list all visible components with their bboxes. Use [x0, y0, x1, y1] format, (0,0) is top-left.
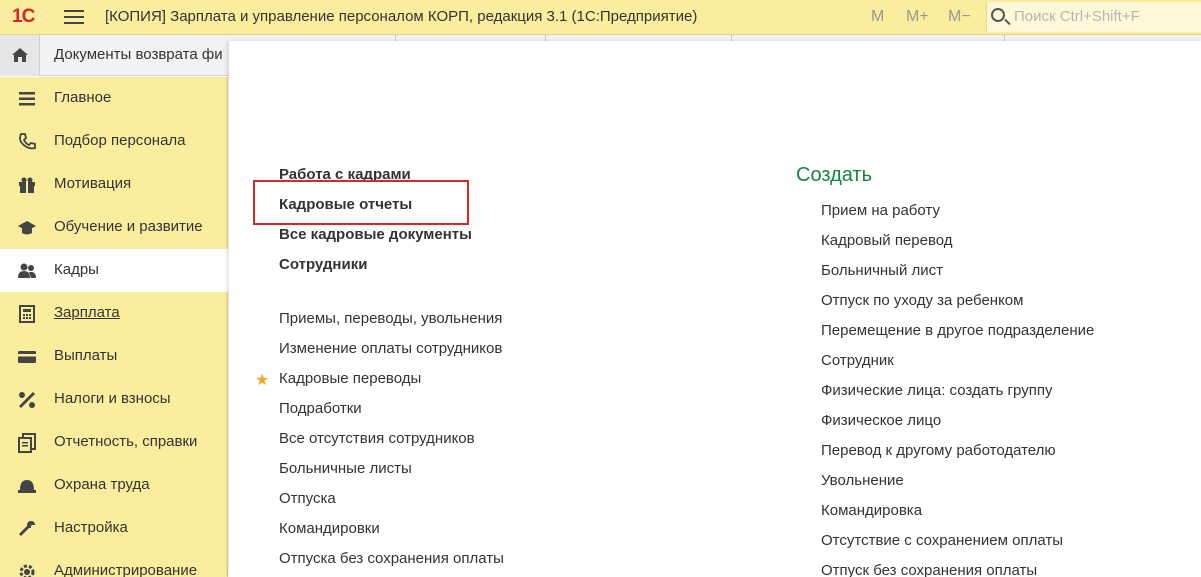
- card-icon: [18, 351, 36, 363]
- create-link-sick-leave[interactable]: Больничный лист: [821, 262, 943, 279]
- sidebar-item-label: Кадры: [54, 261, 99, 278]
- highlight-frame: [253, 180, 469, 225]
- sidebar-item-label: Настройка: [54, 519, 128, 536]
- main-menu-icon[interactable]: [64, 10, 84, 25]
- title-bar: 1С [КОПИЯ] Зарплата и управление персона…: [0, 0, 1201, 35]
- sidebar-item-label: Главное: [54, 89, 112, 106]
- link-all-absences[interactable]: Все отсутствия сотрудников: [279, 430, 475, 447]
- window-title: [КОПИЯ] Зарплата и управление персоналом…: [105, 8, 698, 25]
- search-input[interactable]: Поиск Ctrl+Shift+F: [986, 2, 1201, 32]
- sidebar-item-recruiting[interactable]: Подбор персонала: [0, 120, 228, 163]
- report-icon: [18, 433, 36, 453]
- create-link-business-trip[interactable]: Командировка: [821, 502, 922, 519]
- create-link-employee[interactable]: Сотрудник: [821, 352, 894, 369]
- sidebar-item-label: Мотивация: [54, 175, 132, 192]
- sidebar-item-label: Подбор персонала: [54, 132, 186, 149]
- list-icon: [19, 92, 35, 106]
- link-business-trips[interactable]: Командировки: [279, 520, 380, 537]
- sidebar: Главное Подбор персонала Мотивация Обуче…: [0, 77, 228, 577]
- create-link-dismissal[interactable]: Увольнение: [821, 472, 904, 489]
- create-link-persons-group[interactable]: Физические лица: создать группу: [821, 382, 1052, 399]
- sidebar-item-label: Отчетность, справки: [54, 433, 198, 450]
- link-unpaid-leaves[interactable]: Отпуска без сохранения оплаты: [279, 550, 504, 567]
- section-panel: [229, 41, 1201, 577]
- link-side-jobs[interactable]: Подработки: [279, 400, 362, 417]
- sidebar-item-payments[interactable]: Выплаты: [0, 335, 228, 378]
- phone-icon: [19, 133, 36, 150]
- sidebar-item-reports[interactable]: Отчетность, справки: [0, 421, 228, 464]
- sidebar-item-salary[interactable]: Зарплата: [0, 292, 228, 335]
- link-hire-transfer-dismiss[interactable]: Приемы, переводы, увольнения: [279, 310, 502, 327]
- home-button[interactable]: [0, 35, 40, 76]
- sidebar-item-label: Охрана труда: [54, 476, 150, 493]
- sidebar-item-label: Налоги и взносы: [54, 390, 171, 407]
- favorite-star-icon[interactable]: ★: [255, 370, 269, 390]
- sidebar-item-settings[interactable]: Настройка: [0, 507, 228, 550]
- create-link-transfer[interactable]: Кадровый перевод: [821, 232, 953, 249]
- sidebar-item-main[interactable]: Главное: [0, 77, 228, 120]
- create-link-parental-leave[interactable]: Отпуск по уходу за ребенком: [821, 292, 1023, 309]
- memory-subtract-button[interactable]: M−: [948, 8, 971, 26]
- percent-icon: [19, 392, 35, 408]
- link-pay-changes[interactable]: Изменение оплаты сотрудников: [279, 340, 502, 357]
- search-icon: [991, 8, 1005, 22]
- home-icon: [12, 48, 28, 62]
- create-link-hire[interactable]: Прием на работу: [821, 202, 940, 219]
- sidebar-item-taxes[interactable]: Налоги и взносы: [0, 378, 228, 421]
- app-logo[interactable]: 1С: [12, 6, 35, 28]
- link-sick-leaves[interactable]: Больничные листы: [279, 460, 412, 477]
- gear-icon: [19, 564, 35, 577]
- memory-button[interactable]: M: [871, 8, 884, 26]
- memory-add-button[interactable]: M+: [906, 8, 929, 26]
- wrench-icon: [19, 521, 35, 536]
- sidebar-item-label: Обучение и развитие: [54, 218, 203, 235]
- graduation-cap-icon: [18, 221, 36, 235]
- create-link-person[interactable]: Физическое лицо: [821, 412, 941, 429]
- link-personnel-transfers[interactable]: Кадровые переводы: [279, 370, 421, 387]
- sidebar-item-motivation[interactable]: Мотивация: [0, 163, 228, 206]
- sidebar-item-label: Выплаты: [54, 347, 118, 364]
- calculator-icon: [19, 305, 35, 323]
- sidebar-item-label: Администрирование: [54, 562, 198, 577]
- helmet-icon: [18, 480, 36, 493]
- gift-icon: [19, 177, 35, 193]
- sidebar-item-admin[interactable]: Администрирование: [0, 550, 228, 577]
- sidebar-item-personnel[interactable]: Кадры: [0, 249, 228, 292]
- create-link-paid-absence[interactable]: Отсутствие с сохранением оплаты: [821, 532, 1063, 549]
- create-link-move-department[interactable]: Перемещение в другое подразделение: [821, 322, 1094, 339]
- search-placeholder: Поиск Ctrl+Shift+F: [1014, 8, 1140, 25]
- create-link-transfer-employer[interactable]: Перевод к другому работодателю: [821, 442, 1056, 459]
- sidebar-item-safety[interactable]: Охрана труда: [0, 464, 228, 507]
- sidebar-item-training[interactable]: Обучение и развитие: [0, 206, 228, 249]
- link-employees[interactable]: Сотрудники: [279, 256, 367, 273]
- link-vacations[interactable]: Отпуска: [279, 490, 336, 507]
- link-all-personnel-documents[interactable]: Все кадровые документы: [279, 226, 472, 243]
- create-link-unpaid-leave[interactable]: Отпуск без сохранения оплаты: [821, 562, 1037, 577]
- create-section-title: Создать: [796, 164, 873, 186]
- sidebar-item-label: Зарплата: [54, 304, 120, 321]
- people-icon: [18, 263, 36, 278]
- tab-documents-label: Документы возврата фи: [54, 46, 223, 63]
